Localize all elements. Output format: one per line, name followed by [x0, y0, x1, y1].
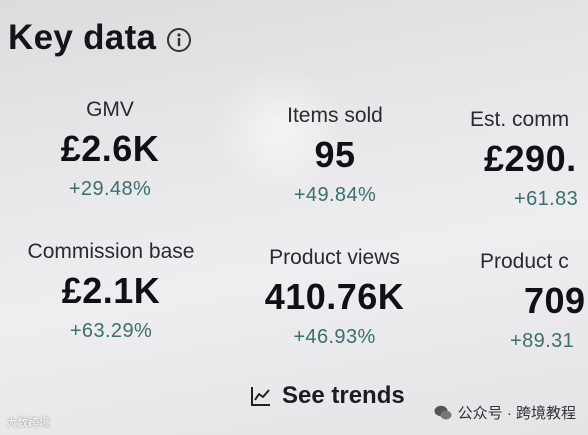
see-trends-button[interactable]: See trends	[250, 382, 405, 410]
metric-change: +49.84%	[293, 184, 377, 206]
wechat-icon	[434, 405, 452, 419]
metric-label: GMV	[86, 98, 134, 121]
watermark-right: 公众号 · 跨境教程	[434, 402, 576, 423]
metric-change: +46.93%	[293, 326, 376, 348]
metric-value: 709	[524, 280, 586, 321]
metric-value: 410.76K	[264, 276, 405, 317]
metric-gmv[interactable]: GMV £2.6K +29.48%	[40, 98, 180, 201]
metric-label: Product views	[269, 246, 400, 269]
watermark-left: 大数跨境	[6, 417, 50, 429]
see-trends-label: See trends	[282, 382, 405, 409]
metric-label: Commission base	[27, 240, 195, 263]
metric-value: £290.	[484, 138, 577, 179]
info-icon[interactable]	[166, 27, 192, 53]
metric-value: £2.1K	[61, 270, 161, 311]
metric-product-views[interactable]: Product views 410.76K +46.93%	[252, 246, 417, 349]
metric-change: +63.29%	[69, 320, 153, 342]
page-title: Key data	[8, 18, 157, 57]
metric-change: +89.31	[510, 330, 575, 352]
metric-value: £2.6K	[60, 128, 160, 169]
metric-change: +61.83	[514, 188, 579, 210]
metric-change: +29.48%	[68, 178, 152, 200]
line-chart-icon	[251, 387, 270, 406]
metric-label: Product c	[480, 250, 569, 273]
metric-label: Est. comm	[470, 108, 570, 131]
metric-est-commission[interactable]: Est. comm £290. +61.83	[470, 108, 588, 211]
key-data-panel: Key data GMV £2.6K +29.48% Items sold 95…	[0, 0, 588, 435]
key-data-header: Key data	[8, 18, 192, 58]
metric-commission-base[interactable]: Commission base £2.1K +63.29%	[6, 240, 216, 343]
metric-items-sold[interactable]: Items sold 95 +49.84%	[270, 104, 400, 207]
watermark-right-text: 公众号 · 跨境教程	[457, 405, 576, 422]
metric-label: Items sold	[287, 104, 383, 127]
metric-product-clicks[interactable]: Product c 709 +89.31	[480, 250, 588, 353]
metric-value: 95	[314, 134, 356, 175]
